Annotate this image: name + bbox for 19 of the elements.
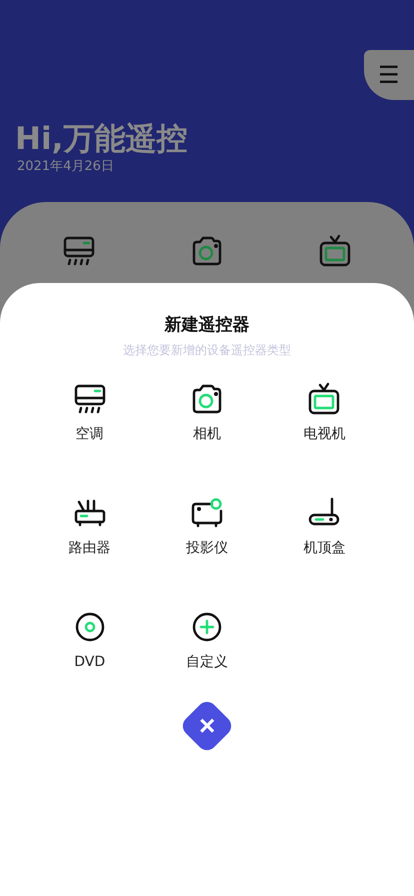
menu-button[interactable]: ☰: [364, 50, 414, 100]
device-type-option[interactable]: 路由器: [31, 496, 148, 558]
air-conditioner-icon: [72, 382, 107, 416]
tv-icon: [318, 234, 352, 268]
tv-icon: [307, 382, 342, 416]
device-type-option[interactable]: 电视机: [266, 382, 383, 444]
sheet-title: 新建遥控器: [164, 314, 250, 336]
device-type-option[interactable]: DVD: [31, 610, 148, 672]
device-type-option[interactable]: 机顶盒: [266, 496, 383, 558]
device-type-option[interactable]: 空调: [31, 382, 148, 444]
date-text: 2021年4月26日: [17, 158, 115, 176]
greeting-title: Hi,万能遥控: [15, 120, 188, 158]
camera-icon: [190, 234, 224, 268]
projector-icon: [190, 496, 224, 530]
device-type-option[interactable]: 投影仪: [148, 496, 266, 558]
sheet-subtitle: 选择您要新增的设备遥控器类型: [123, 342, 291, 358]
device-type-option[interactable]: 自定义: [148, 610, 266, 672]
air-conditioner-icon: [62, 234, 96, 268]
device-type-option[interactable]: 相机: [148, 382, 266, 444]
